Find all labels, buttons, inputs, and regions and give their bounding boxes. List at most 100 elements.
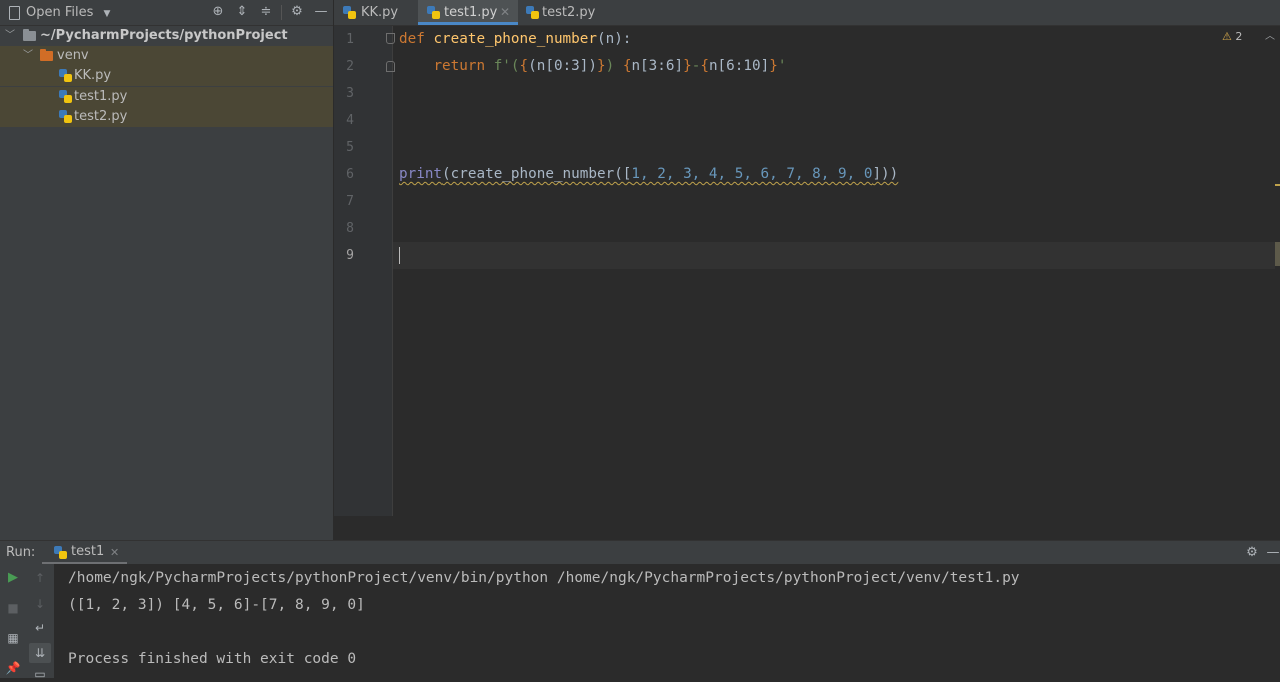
chevron-down-icon: ▼ bbox=[103, 9, 111, 19]
down-arrow-icon[interactable]: ↓ bbox=[32, 596, 48, 612]
tab-kk-py[interactable]: KK.py bbox=[334, 0, 418, 25]
tab-test1-py[interactable]: test1.py ✕ bbox=[418, 0, 518, 25]
tree-file-row[interactable]: test2.py bbox=[0, 107, 333, 127]
open-files-dropdown[interactable]: Open Files ▼ bbox=[26, 0, 110, 25]
scrollbar-warning-mark[interactable] bbox=[1275, 184, 1280, 186]
line-number: 7 bbox=[346, 194, 354, 209]
console-line: /home/ngk/PycharmProjects/pythonProject/… bbox=[68, 570, 1020, 586]
files-icon bbox=[9, 6, 20, 20]
fstring-text: ) bbox=[605, 58, 623, 74]
line-number: 3 bbox=[346, 86, 354, 101]
code-text: ])) bbox=[872, 166, 899, 182]
code-line-1[interactable]: def create_phone_number(n): bbox=[399, 26, 631, 53]
chevron-down-icon: ﹀ bbox=[5, 30, 15, 41]
console-line: ([1, 2, 3]) [4, 5, 6]-[7, 8, 9, 0] bbox=[68, 597, 365, 613]
expand-all-icon[interactable]: ⇕ bbox=[234, 4, 250, 20]
fstring-brace: { bbox=[519, 58, 529, 74]
fstring-brace: } bbox=[683, 58, 692, 74]
close-icon[interactable]: ✕ bbox=[500, 0, 510, 25]
warnings-count: 2 bbox=[1235, 30, 1243, 43]
tree-root-label: ~/PycharmProjects/pythonProject bbox=[40, 28, 288, 43]
run-icon[interactable]: ▶ bbox=[5, 570, 21, 586]
line-number: 9 bbox=[346, 248, 354, 263]
close-icon[interactable]: ✕ bbox=[110, 541, 119, 565]
code-text: (create_phone_number([ bbox=[442, 166, 632, 182]
tree-file-label: test2.py bbox=[74, 109, 128, 124]
fold-marker-icon[interactable] bbox=[386, 33, 395, 44]
tree-file-row[interactable]: KK.py bbox=[0, 66, 333, 86]
code-line-2[interactable]: return f'({(n[0:3])}) {n[3:6]}-{n[6:10]}… bbox=[399, 53, 786, 80]
tree-folder-row[interactable]: ﹀ venv bbox=[0, 46, 333, 66]
locate-icon[interactable]: ⊕ bbox=[210, 4, 226, 20]
gear-icon[interactable]: ⚙ bbox=[289, 4, 305, 20]
fstring-brace: } bbox=[769, 58, 778, 74]
tree-file-label: KK.py bbox=[74, 68, 112, 83]
current-line-highlight bbox=[393, 242, 1275, 269]
tab-label: test1.py bbox=[444, 5, 498, 20]
scroll-end-icon[interactable]: ⇊ bbox=[32, 645, 48, 661]
code-line-6[interactable]: print(create_phone_number([1, 2, 3, 4, 5… bbox=[399, 161, 898, 188]
python-file-icon bbox=[526, 6, 539, 19]
keyword-return: return bbox=[433, 58, 486, 74]
line-number: 4 bbox=[346, 113, 354, 128]
warnings-indicator[interactable]: ⚠ 2 bbox=[1222, 29, 1242, 45]
run-label: Run: bbox=[6, 545, 36, 560]
tab-test2-py[interactable]: test2.py bbox=[518, 0, 608, 25]
line-number: 1 bbox=[346, 32, 354, 47]
minimize-icon[interactable]: — bbox=[313, 4, 329, 20]
console-line: Process finished with exit code 0 bbox=[68, 651, 357, 667]
line-number: 8 bbox=[346, 221, 354, 236]
folder-icon bbox=[40, 49, 53, 61]
tree-file-label: test1.py bbox=[74, 89, 128, 104]
folder-icon bbox=[23, 29, 36, 41]
number-list: 1, 2, 3, 4, 5, 6, 7, 8, 9, 0 bbox=[631, 166, 873, 182]
run-header: Run: test1 ✕ ⚙ — bbox=[0, 540, 1280, 565]
tree-folder-label: venv bbox=[57, 48, 89, 63]
fstring-prefix: f'( bbox=[493, 58, 520, 74]
line-number: 2 bbox=[346, 59, 354, 74]
run-tab-test1[interactable]: test1 ✕ bbox=[42, 541, 127, 565]
print-icon[interactable]: ▭ bbox=[32, 666, 48, 682]
run-sidebar: ▶ ↑ ■ ↓ ↵ ▦ ⇊ 📌 ▭ bbox=[0, 564, 55, 681]
scrollbar-thumb[interactable] bbox=[1275, 242, 1280, 266]
python-file-icon bbox=[343, 6, 356, 19]
collapse-all-icon[interactable]: ≑ bbox=[258, 4, 274, 20]
fold-marker-icon[interactable] bbox=[386, 61, 395, 72]
minimize-icon[interactable]: — bbox=[1266, 545, 1280, 561]
gear-icon[interactable]: ⚙ bbox=[1244, 545, 1260, 561]
fstring-expr: (n[0:3]) bbox=[528, 58, 598, 74]
stop-icon[interactable]: ■ bbox=[5, 600, 21, 616]
function-name: create_phone_number bbox=[433, 31, 597, 47]
up-arrow-icon[interactable]: ↑ bbox=[32, 570, 48, 586]
fstring-expr: n[3:6] bbox=[631, 58, 684, 74]
tab-label: test2.py bbox=[542, 5, 596, 20]
open-files-label: Open Files bbox=[26, 5, 94, 20]
editor-area[interactable] bbox=[393, 26, 1280, 516]
project-toolbar: Open Files ▼ ⊕ ⇕ ≑ ⚙ — bbox=[0, 0, 333, 26]
fstring-end: ' bbox=[777, 58, 787, 74]
pin-icon[interactable]: 📌 bbox=[5, 660, 21, 676]
python-file-icon bbox=[59, 69, 72, 82]
python-file-icon bbox=[59, 110, 72, 123]
warning-icon: ⚠ bbox=[1222, 30, 1232, 43]
tab-label: KK.py bbox=[361, 5, 399, 20]
fstring-expr: n[6:10] bbox=[708, 58, 770, 74]
keyword-def: def bbox=[399, 31, 425, 47]
soft-wrap-icon[interactable]: ↵ bbox=[32, 620, 48, 636]
python-file-icon bbox=[427, 6, 440, 19]
fstring-brace: { bbox=[700, 58, 709, 74]
toolbar-divider bbox=[281, 5, 282, 20]
layout-icon[interactable]: ▦ bbox=[5, 630, 21, 646]
chevron-up-icon[interactable]: ︿ bbox=[1262, 29, 1278, 45]
line-number: 5 bbox=[346, 140, 354, 155]
code-text: (n): bbox=[596, 31, 632, 47]
python-file-icon bbox=[59, 90, 72, 103]
editor-bottom-area bbox=[334, 516, 1280, 540]
editor-tabbar: KK.py test1.py ✕ test2.py bbox=[334, 0, 1280, 26]
tree-file-row[interactable]: test1.py bbox=[0, 87, 333, 107]
fstring-brace: } bbox=[597, 58, 606, 74]
python-file-icon bbox=[54, 546, 67, 559]
line-number: 6 bbox=[346, 167, 354, 182]
tree-root-row[interactable]: ﹀ ~/PycharmProjects/pythonProject bbox=[0, 26, 333, 46]
chevron-down-icon: ﹀ bbox=[23, 50, 33, 61]
